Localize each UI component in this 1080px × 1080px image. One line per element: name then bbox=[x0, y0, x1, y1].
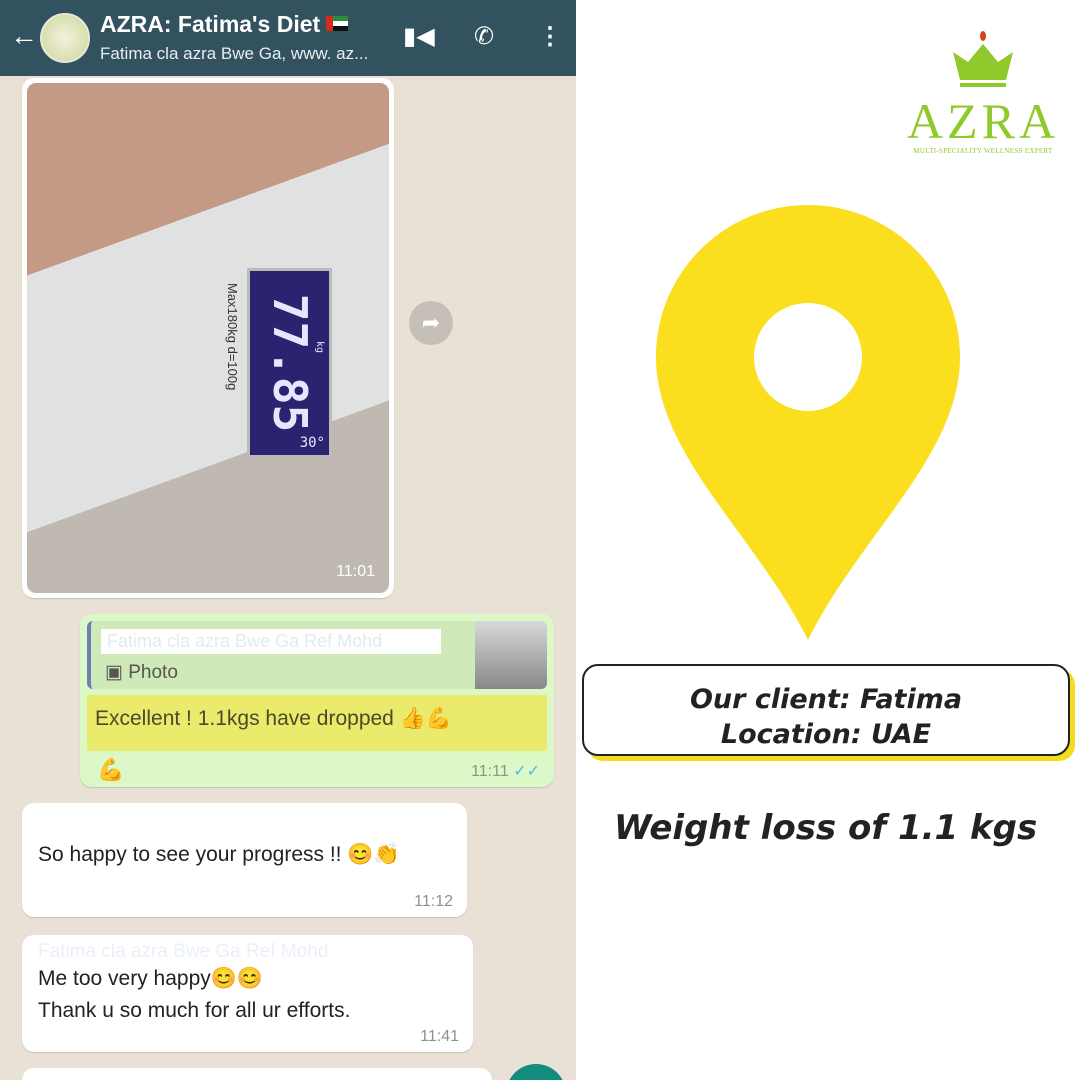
location-pin-icon bbox=[656, 205, 960, 640]
quoted-type: ▣ Photo bbox=[105, 662, 178, 683]
scroll-fab-button[interactable] bbox=[506, 1064, 566, 1080]
quoted-message[interactable]: Fatima cla azra Bwe Ga Ref Mohd ▣ Photo bbox=[87, 621, 547, 689]
phone-icon[interactable]: ✆ bbox=[474, 22, 494, 51]
incoming-message[interactable]: So happy to see your progress !! 😊👏 11:1… bbox=[22, 803, 467, 917]
message-time: 11:11 bbox=[471, 763, 509, 780]
whatsapp-chat: ← AZRA: Fatima's Diet Fatima cla azra Bw… bbox=[0, 0, 576, 1080]
incoming-message-partial[interactable] bbox=[22, 1068, 492, 1080]
back-arrow-icon[interactable]: ← bbox=[10, 20, 38, 52]
scale-display: 77.85 kg 30° bbox=[247, 268, 332, 458]
azra-logo: AZRA MULTI-SPECIALITY WELLNESS EXPERT bbox=[896, 30, 1070, 155]
client-location: Location: UAE bbox=[720, 719, 932, 750]
brand-name: AZRA bbox=[906, 93, 1060, 149]
brand-tagline: MULTI-SPECIALITY WELLNESS EXPERT bbox=[913, 147, 1053, 155]
message-time: 11:41 bbox=[420, 1028, 459, 1045]
uae-flag-icon bbox=[326, 16, 349, 31]
crown-icon bbox=[953, 31, 1013, 87]
forward-icon[interactable]: ➦ bbox=[409, 301, 453, 345]
video-call-icon[interactable]: ▮◀ bbox=[403, 22, 435, 51]
scale-label: Max180kg d=100g bbox=[225, 283, 240, 391]
message-time: 11:12 bbox=[414, 893, 453, 910]
reply-text: Excellent ! 1.1kgs have dropped 👍💪 bbox=[87, 695, 547, 751]
quoted-sender: Fatima cla azra Bwe Ga Ref Mohd bbox=[101, 629, 441, 654]
message-text-line2: Thank u so much for all ur efforts. bbox=[38, 999, 351, 1022]
outgoing-reply-message[interactable]: Fatima cla azra Bwe Ga Ref Mohd ▣ Photo … bbox=[80, 614, 554, 787]
chat-subtitle[interactable]: Fatima cla azra Bwe Ga, www. az... bbox=[100, 44, 368, 64]
more-options-icon[interactable]: ⋮ bbox=[538, 22, 562, 51]
chat-title[interactable]: AZRA: Fatima's Diet bbox=[100, 11, 349, 38]
photo-message[interactable]: Max180kg d=100g 77.85 kg 30° 11:01 bbox=[22, 78, 394, 598]
read-ticks-icon: ✓✓ bbox=[513, 763, 540, 780]
incoming-message[interactable]: Fatima cla azra Bwe Ga Ref Mohd Me too v… bbox=[22, 935, 473, 1052]
scale-reading: 77.85 bbox=[262, 293, 317, 433]
client-name: Our client: Fatima bbox=[689, 684, 963, 715]
chat-header: ← AZRA: Fatima's Diet Fatima cla azra Bw… bbox=[0, 0, 576, 76]
promo-panel: AZRA MULTI-SPECIALITY WELLNESS EXPERT Ou… bbox=[576, 0, 1080, 1080]
weight-loss-result: Weight loss of 1.1 kgs bbox=[614, 808, 1038, 848]
message-text-line1: Me too very happy😊😊 bbox=[38, 967, 264, 990]
scale-temp: 30° bbox=[299, 435, 325, 451]
chat-title-text: AZRA: Fatima's Diet bbox=[100, 11, 321, 37]
message-time: 11:01 bbox=[336, 563, 375, 580]
sender-name: Fatima cla azra Bwe Ga Ref Mohd bbox=[38, 941, 329, 962]
client-info-card: Our client: Fatima Location: UAE bbox=[582, 664, 1070, 756]
message-meta: 11:11 ✓✓ bbox=[471, 761, 540, 781]
avatar[interactable] bbox=[40, 13, 90, 63]
quoted-thumbnail bbox=[475, 621, 547, 689]
quoted-type-label: Photo bbox=[128, 662, 178, 683]
scale-unit: kg bbox=[314, 341, 325, 354]
scale-photo[interactable]: Max180kg d=100g 77.85 kg 30° 11:01 bbox=[27, 83, 389, 593]
message-text: So happy to see your progress !! 😊👏 bbox=[38, 843, 400, 866]
